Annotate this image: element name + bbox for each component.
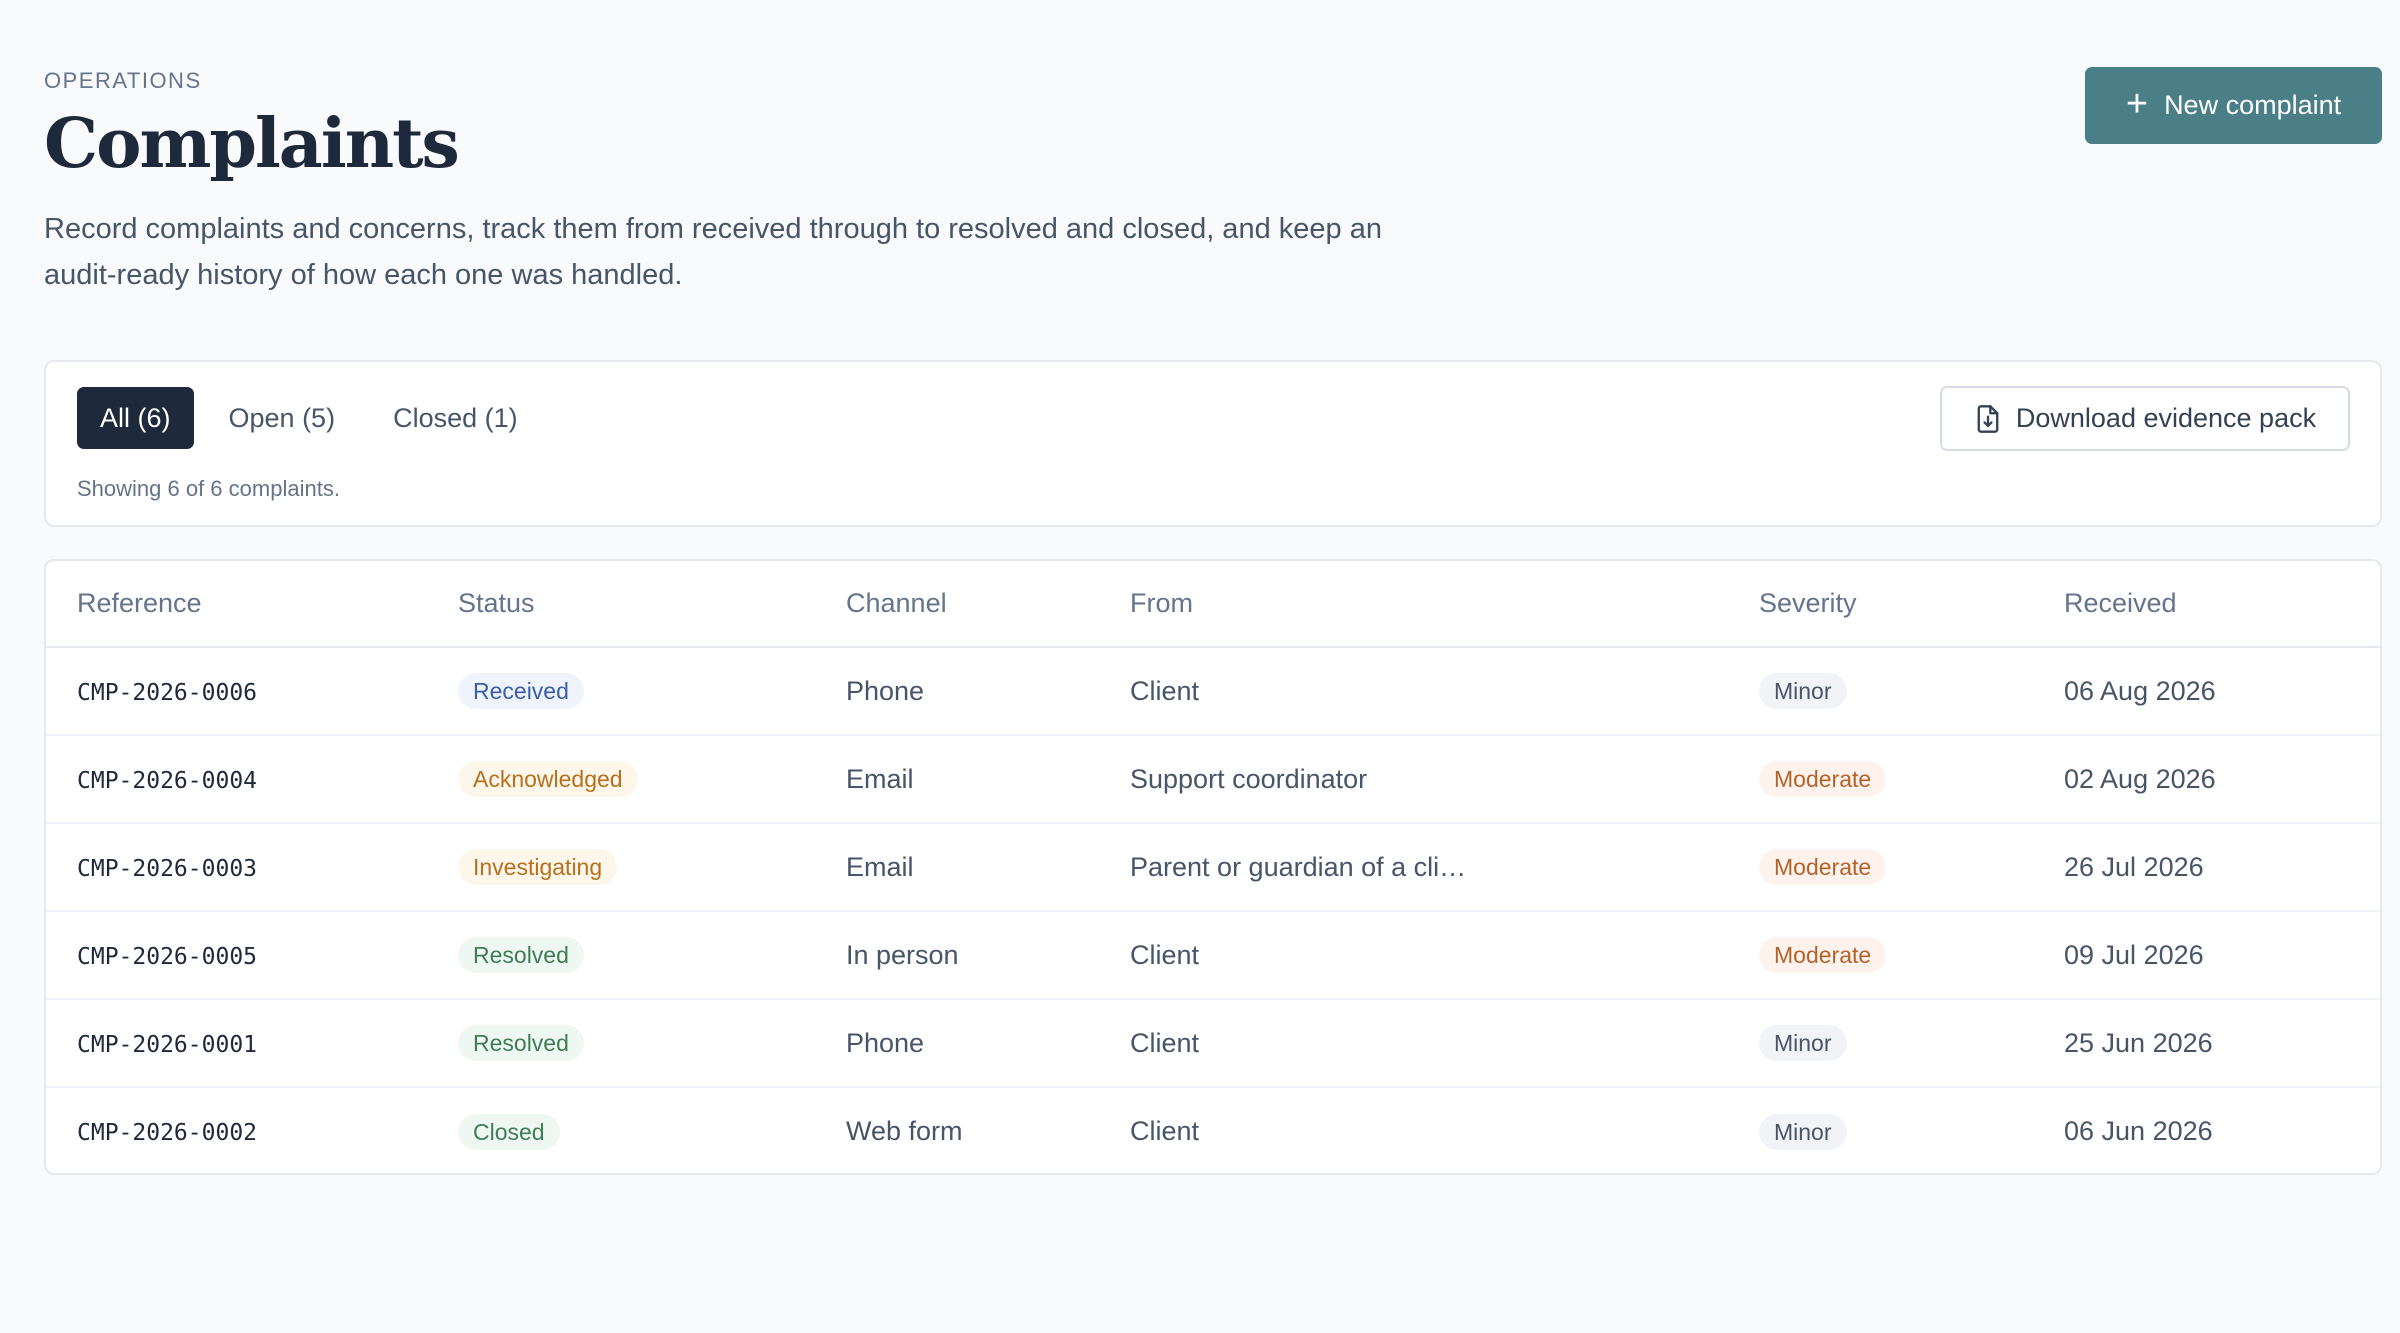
table-row[interactable]: CMP-2026-0002 Closed Web form Client Min… xyxy=(46,1087,2380,1173)
status-badge: Investigating xyxy=(458,849,618,885)
column-header-status[interactable]: Status xyxy=(458,561,846,648)
filter-card: All (6) Open (5) Closed (1) Showing 6 of… xyxy=(44,360,2382,527)
download-label: Download evidence pack xyxy=(2015,403,2317,433)
status-badge: Resolved xyxy=(458,937,584,973)
from-cell: Client xyxy=(1130,647,1759,736)
download-evidence-pack-button[interactable]: Download evidence pack xyxy=(1940,386,2350,451)
received-cell: 26 Jul 2026 xyxy=(2064,823,2380,912)
reference-cell[interactable]: CMP-2026-0003 xyxy=(77,856,257,882)
reference-cell[interactable]: CMP-2026-0004 xyxy=(77,768,257,794)
tab-closed[interactable]: Closed (1) xyxy=(370,387,541,449)
column-header-reference[interactable]: Reference xyxy=(46,561,458,648)
reference-cell[interactable]: CMP-2026-0002 xyxy=(77,1120,257,1146)
reference-cell[interactable]: CMP-2026-0001 xyxy=(77,1032,257,1058)
column-header-received[interactable]: Received xyxy=(2064,561,2380,648)
new-complaint-button[interactable]: + New complaint xyxy=(2085,67,2382,144)
results-count: Showing 6 of 6 complaints. xyxy=(77,476,340,501)
page-description: Record complaints and concerns, track th… xyxy=(44,213,1382,291)
section-eyebrow: OPERATIONS xyxy=(44,68,202,93)
table-row[interactable]: CMP-2026-0003 Investigating Email Parent… xyxy=(46,823,2380,912)
table-row[interactable]: CMP-2026-0006 Received Phone Client Mino… xyxy=(46,647,2380,736)
severity-badge: Moderate xyxy=(1759,761,1887,797)
received-cell: 06 Aug 2026 xyxy=(2064,647,2380,736)
column-header-severity[interactable]: Severity xyxy=(1759,561,2064,648)
status-badge: Acknowledged xyxy=(458,761,638,797)
reference-cell[interactable]: CMP-2026-0006 xyxy=(77,680,257,706)
table-row[interactable]: CMP-2026-0004 Acknowledged Email Support… xyxy=(46,735,2380,824)
new-complaint-label: New complaint xyxy=(2164,90,2342,120)
plus-icon: + xyxy=(2125,82,2149,125)
channel-cell: Phone xyxy=(846,647,1130,736)
table-row[interactable]: CMP-2026-0001 Resolved Phone Client Mino… xyxy=(46,999,2380,1088)
table-row[interactable]: CMP-2026-0005 Resolved In person Client … xyxy=(46,911,2380,1000)
tab-open[interactable]: Open (5) xyxy=(206,387,359,449)
tab-all[interactable]: All (6) xyxy=(77,387,194,449)
channel-cell: Phone xyxy=(846,999,1130,1088)
status-badge: Resolved xyxy=(458,1025,584,1061)
page-title: Complaints xyxy=(44,104,460,184)
filter-tabs: All (6) Open (5) Closed (1) xyxy=(77,387,553,449)
severity-badge: Moderate xyxy=(1759,937,1887,973)
column-header-from[interactable]: From xyxy=(1130,561,1759,648)
from-cell: Client xyxy=(1130,999,1759,1088)
status-badge: Received xyxy=(458,673,584,709)
complaints-table: Reference Status Channel From Severity R… xyxy=(46,561,2380,1173)
channel-cell: Email xyxy=(846,735,1130,824)
channel-cell: Email xyxy=(846,823,1130,912)
reference-cell[interactable]: CMP-2026-0005 xyxy=(77,944,257,970)
channel-cell: In person xyxy=(846,911,1130,1000)
table-header-row: Reference Status Channel From Severity R… xyxy=(46,561,2380,648)
column-header-channel[interactable]: Channel xyxy=(846,561,1130,648)
received-cell: 09 Jul 2026 xyxy=(2064,911,2380,1000)
received-cell: 02 Aug 2026 xyxy=(2064,735,2380,824)
severity-badge: Minor xyxy=(1759,673,1847,709)
status-badge: Closed xyxy=(458,1113,560,1150)
severity-badge: Minor xyxy=(1759,1025,1847,1061)
channel-cell: Web form xyxy=(846,1116,963,1146)
from-cell: Parent or guardian of a cli… xyxy=(1130,823,1759,912)
from-cell: Client xyxy=(1130,1116,1200,1146)
from-cell: Client xyxy=(1130,911,1759,1000)
severity-badge: Minor xyxy=(1759,1113,1847,1150)
complaints-table-card: Reference Status Channel From Severity R… xyxy=(44,559,2382,1175)
from-cell: Support coordinator xyxy=(1130,735,1759,824)
file-download-icon xyxy=(1977,404,1999,433)
received-cell: 06 Jun 2026 xyxy=(2064,1116,2213,1146)
received-cell: 25 Jun 2026 xyxy=(2064,999,2380,1088)
severity-badge: Moderate xyxy=(1759,849,1887,885)
